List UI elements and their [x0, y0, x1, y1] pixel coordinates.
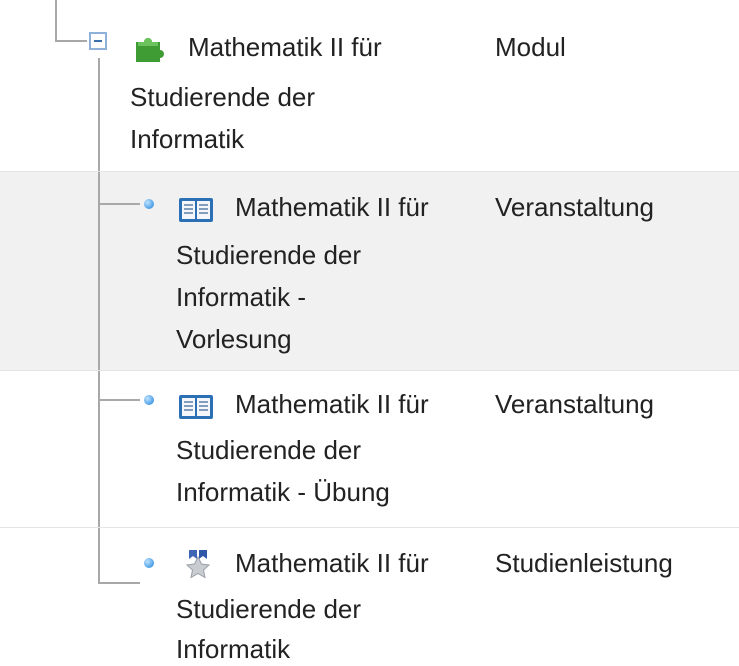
child-type-label: Veranstaltung — [495, 192, 655, 222]
collapse-toggle-icon[interactable] — [89, 32, 107, 50]
star-ribbon-icon — [185, 550, 211, 579]
child-title-line-2[interactable]: Studierende der — [176, 592, 361, 626]
child-title-line-1[interactable]: Mathematik II für — [235, 190, 429, 224]
child-type-label: Veranstaltung — [495, 389, 655, 419]
open-book-icon — [179, 395, 213, 419]
tree-line-connector — [98, 399, 140, 401]
child-title-line-1[interactable]: Mathematik II für — [235, 546, 429, 580]
tree-row-veranstaltung-vorlesung[interactable]: Mathematik II für Veranstaltung Studiere… — [0, 171, 739, 370]
tree-line-connector — [98, 203, 140, 205]
tree-bullet — [144, 558, 154, 568]
module-title-cont2[interactable]: Informatik — [130, 122, 244, 156]
tree-row-veranstaltung-uebung[interactable]: Mathematik II für Veranstaltung Studiere… — [0, 370, 739, 527]
child-title-line-3[interactable]: Informatik — [176, 632, 290, 666]
child-title-line-3[interactable]: Informatik - Übung — [176, 475, 390, 509]
module-title-line-2[interactable]: Studierende der — [130, 82, 315, 112]
module-title[interactable]: Mathematik II für — [188, 30, 382, 64]
tree-line-children-segment — [98, 172, 100, 370]
child-title-line-2[interactable]: Studierende der — [176, 238, 361, 272]
course-structure-tree: Mathematik II für Modul Studierende der … — [0, 0, 739, 665]
child-title-line-2[interactable]: Studierende der — [176, 433, 361, 467]
tree-row-module[interactable]: Mathematik II für Modul Studierende der … — [0, 14, 739, 170]
tree-line-connector — [98, 582, 140, 584]
child-type-label: Studienleistung — [495, 548, 673, 578]
open-book-icon — [179, 198, 213, 222]
module-title-line-3[interactable]: Informatik — [130, 124, 244, 154]
puzzle-piece-icon — [136, 38, 164, 62]
child-title-line-3[interactable]: Informatik - — [176, 280, 306, 314]
child-title-line-1[interactable]: Mathematik II für — [235, 387, 429, 421]
module-title-line-1[interactable]: Mathematik II für — [188, 32, 382, 62]
module-title-cont[interactable]: Studierende der — [130, 80, 315, 114]
tree-bullet — [144, 395, 154, 405]
tree-bullet — [144, 199, 154, 209]
child-title-line-4[interactable]: Vorlesung — [176, 322, 292, 356]
module-type-label: Modul — [495, 32, 566, 62]
tree-row-studienleistung[interactable]: Mathematik II für Studienleistung Studie… — [0, 527, 739, 666]
